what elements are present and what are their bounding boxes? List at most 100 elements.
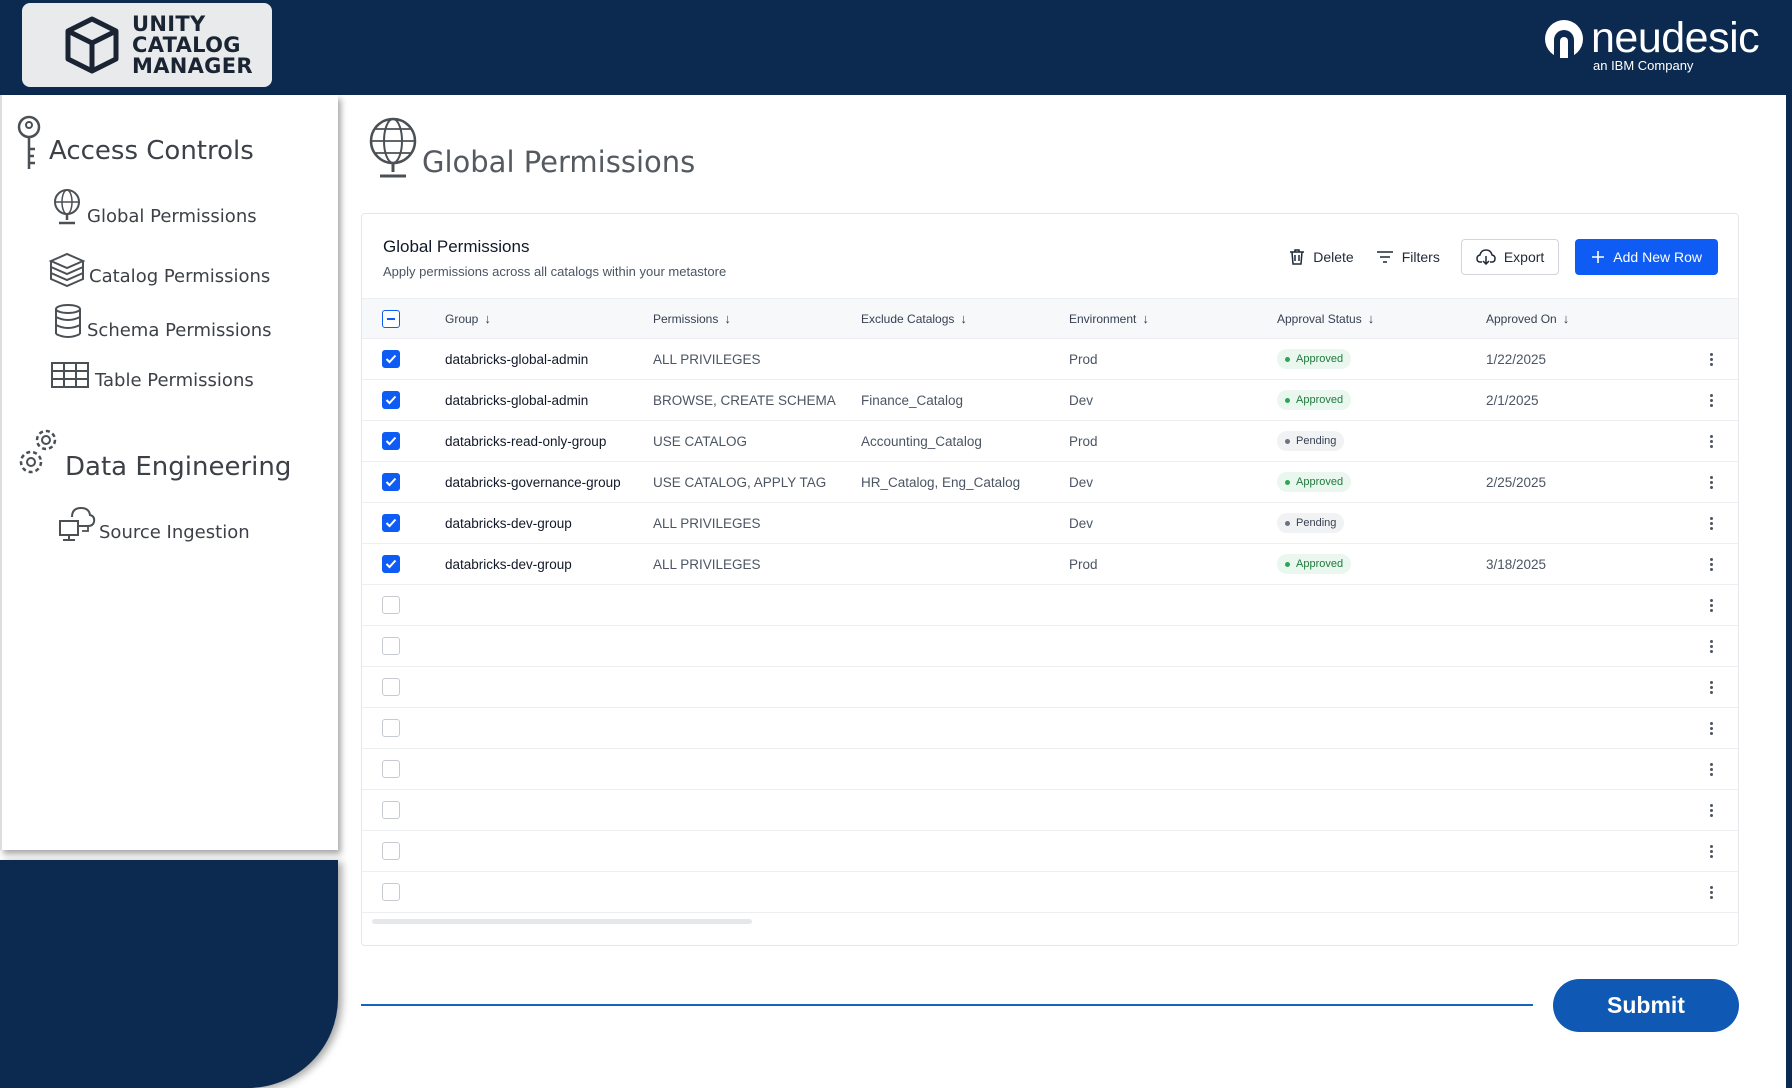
row-select-cell [382,626,400,666]
more-options-icon[interactable] [1704,595,1718,615]
row-checkbox[interactable] [382,760,400,778]
cell-environment[interactable]: Prod [1069,421,1098,461]
cell-permissions[interactable]: ALL PRIVILEGES [653,544,761,584]
more-options-icon[interactable] [1704,800,1718,820]
sidebar-item-source-ingestion[interactable]: Source Ingestion [58,503,250,543]
delete-button[interactable]: Delete [1278,239,1364,275]
cell-environment[interactable]: Dev [1069,503,1093,543]
table-row[interactable]: databricks-dev-group ALL PRIVILEGES Dev Pen… [362,503,1738,544]
sidebar-item-label: Global Permissions [87,206,257,227]
more-options-icon[interactable] [1704,882,1718,902]
table-row[interactable] [362,708,1738,749]
cell-permissions[interactable]: ALL PRIVILEGES [653,503,761,543]
cell-environment[interactable]: Dev [1069,380,1093,420]
sidebar-item-global-permissions[interactable]: Global Permissions [50,187,257,227]
cell-exclude-catalogs[interactable]: Accounting_Catalog [861,421,982,461]
column-header-approved-on[interactable]: Approved On ↓ [1486,299,1569,338]
row-checkbox[interactable] [382,596,400,614]
column-header-approval-status[interactable]: Approval Status ↓ [1277,299,1374,338]
row-checkbox[interactable] [382,883,400,901]
column-header-exclude-catalogs[interactable]: Exclude Catalogs ↓ [861,299,967,338]
cell-group[interactable]: databricks-dev-group [445,544,572,584]
more-options-icon[interactable] [1704,431,1718,451]
select-all-checkbox[interactable] [382,309,400,328]
check-icon [385,436,397,446]
table-row[interactable]: databricks-read-only-group USE CATALOG Acc… [362,421,1738,462]
status-label: Approved [1296,476,1344,488]
horizontal-scrollbar[interactable] [372,919,752,924]
sidebar-item-table-permissions[interactable]: Table Permissions [50,361,254,391]
row-checkbox[interactable] [382,350,400,368]
table-row[interactable]: databricks-governance-group USE CATALOG, … [362,462,1738,503]
cell-group[interactable]: databricks-read-only-group [445,421,606,461]
cell-group[interactable]: databricks-global-admin [445,339,588,379]
globe-icon [369,117,417,178]
filters-button[interactable]: Filters [1365,239,1451,275]
row-checkbox[interactable] [382,719,400,737]
row-checkbox[interactable] [382,678,400,696]
cell-environment[interactable]: Dev [1069,462,1093,502]
sort-arrow-icon: ↓ [1142,311,1149,326]
column-header-group[interactable]: Group ↓ [445,299,491,338]
row-select-cell [382,749,400,789]
row-select-cell [382,380,400,420]
cell-permissions[interactable]: USE CATALOG, APPLY TAG [653,462,826,502]
table-row[interactable] [362,626,1738,667]
cell-exclude-catalogs[interactable]: HR_Catalog, Eng_Catalog [861,462,1020,502]
status-label: Pending [1296,435,1337,447]
row-menu-cell [1704,421,1718,461]
table-row[interactable]: databricks-global-admin BROWSE, CREATE SC… [362,380,1738,421]
cell-permissions[interactable]: USE CATALOG [653,421,747,461]
row-menu-cell [1704,872,1718,912]
more-options-icon[interactable] [1704,472,1718,492]
cell-exclude-catalogs[interactable]: Finance_Catalog [861,380,963,420]
cell-environment[interactable]: Prod [1069,544,1098,584]
table-row[interactable]: databricks-dev-group ALL PRIVILEGES Prod Ap… [362,544,1738,585]
status-badge: Pending [1277,431,1345,451]
cloud-sync-icon [59,506,96,541]
row-checkbox[interactable] [382,637,400,655]
add-new-row-button[interactable]: Add New Row [1575,239,1718,275]
row-select-cell [382,790,400,830]
more-options-icon[interactable] [1704,349,1718,369]
select-all-cell [382,299,400,338]
table-row[interactable] [362,667,1738,708]
brand-subtitle: an IBM Company [1593,58,1694,73]
column-label: Environment [1069,311,1137,326]
export-button[interactable]: Export [1460,239,1560,275]
cell-group[interactable]: databricks-global-admin [445,380,588,420]
cell-group[interactable]: databricks-governance-group [445,462,621,502]
more-options-icon[interactable] [1704,718,1718,738]
table-row[interactable] [362,872,1738,913]
row-checkbox[interactable] [382,391,400,409]
more-options-icon[interactable] [1704,513,1718,533]
column-header-environment[interactable]: Environment ↓ [1069,299,1149,338]
more-options-icon[interactable] [1704,390,1718,410]
sidebar-item-catalog-permissions[interactable]: Catalog Permissions [48,251,270,287]
cell-permissions[interactable]: ALL PRIVILEGES [653,339,761,379]
row-checkbox[interactable] [382,801,400,819]
row-checkbox[interactable] [382,842,400,860]
key-icon [17,115,41,169]
row-checkbox[interactable] [382,473,400,491]
table-row[interactable] [362,585,1738,626]
more-options-icon[interactable] [1704,554,1718,574]
table-row[interactable]: databricks-global-admin ALL PRIVILEGES Pro… [362,339,1738,380]
cell-permissions[interactable]: BROWSE, CREATE SCHEMA [653,380,836,420]
table-row[interactable] [362,790,1738,831]
more-options-icon[interactable] [1704,677,1718,697]
row-checkbox[interactable] [382,432,400,450]
more-options-icon[interactable] [1704,636,1718,656]
submit-button[interactable]: Submit [1553,979,1739,1032]
more-options-icon[interactable] [1704,759,1718,779]
cell-environment[interactable]: Prod [1069,339,1098,379]
row-checkbox[interactable] [382,514,400,532]
more-options-icon[interactable] [1704,841,1718,861]
table-row[interactable] [362,831,1738,872]
row-checkbox[interactable] [382,555,400,573]
cell-group[interactable]: databricks-dev-group [445,503,572,543]
column-header-permissions[interactable]: Permissions ↓ [653,299,731,338]
app-logo[interactable]: UNITY CATALOG MANAGER [22,3,272,87]
table-row[interactable] [362,749,1738,790]
sidebar-item-schema-permissions[interactable]: Schema Permissions [54,303,272,341]
